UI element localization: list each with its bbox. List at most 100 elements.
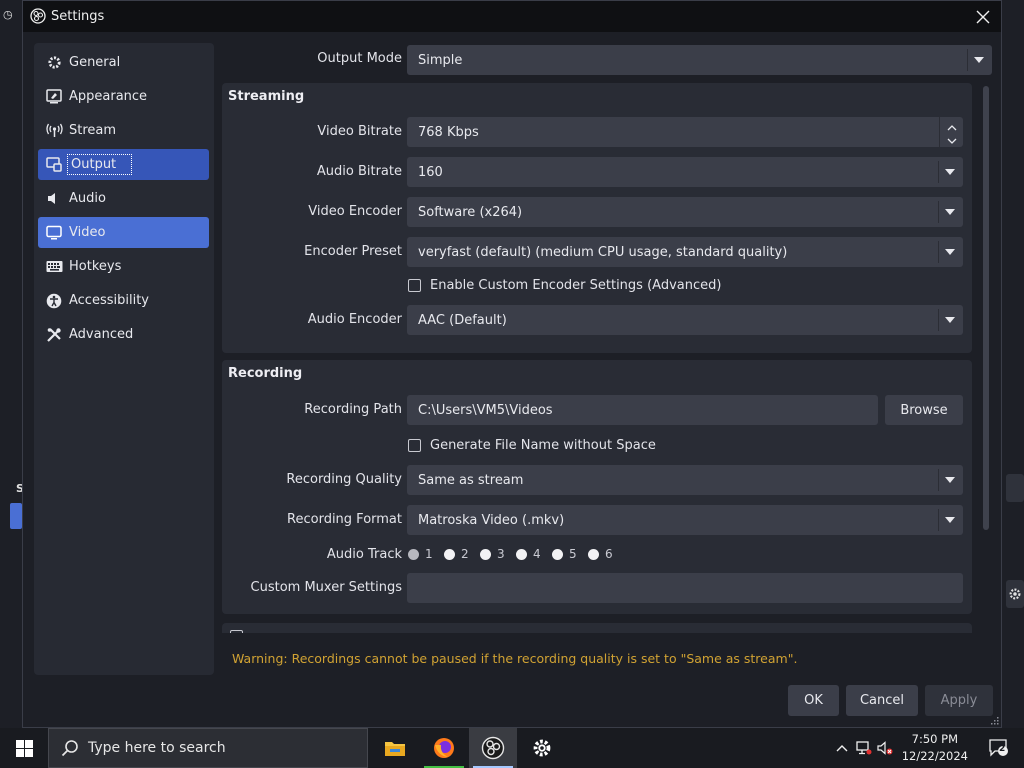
obs-app-icon (30, 8, 46, 24)
background-app-right-edge (1000, 0, 1024, 730)
audio-track-radio-6[interactable]: 6 (588, 547, 613, 561)
audio-track-radio-2[interactable]: 2 (444, 547, 469, 561)
audio-track-radio-4[interactable]: 4 (516, 547, 541, 561)
chevron-down-icon (943, 314, 957, 326)
encoder-preset-value: veryfast (default) (medium CPU usage, st… (418, 244, 788, 260)
sidebar-item-hotkeys[interactable]: Hotkeys (38, 251, 209, 282)
recording-format-select[interactable]: Matroska Video (.mkv) (407, 505, 963, 535)
audio-track-radio-3[interactable]: 3 (480, 547, 505, 561)
title-bar: Settings (23, 1, 1001, 32)
file-explorer-taskbar-button[interactable] (371, 728, 419, 768)
gear-icon (45, 54, 63, 72)
audio-encoder-label: Audio Encoder (307, 312, 402, 327)
chevron-down-icon (943, 166, 957, 178)
audio-track-radio-5[interactable]: 5 (552, 547, 577, 561)
sidebar-item-accessibility[interactable]: Accessibility (38, 285, 209, 316)
no-space-filename-checkbox[interactable]: Generate File Name without Space (408, 438, 656, 453)
obs-icon (481, 736, 505, 760)
chevron-down-icon (943, 474, 957, 486)
sidebar-item-audio[interactable]: Audio (38, 183, 209, 214)
combo-separator (938, 201, 939, 223)
apply-button[interactable]: Apply (925, 685, 993, 716)
video-encoder-label: Video Encoder (308, 204, 402, 219)
cancel-button[interactable]: Cancel (846, 685, 918, 716)
encoder-preset-select[interactable]: veryfast (default) (medium CPU usage, st… (407, 237, 963, 267)
recording-quality-label: Recording Quality (286, 472, 402, 487)
settings-dialog: Settings General Appearance Stream Outpu… (22, 0, 1002, 728)
combo-separator (938, 509, 939, 531)
antenna-icon (45, 122, 63, 140)
notification-count: 2 (999, 744, 1006, 754)
video-bitrate-label: Video Bitrate (317, 124, 402, 139)
custom-muxer-label: Custom Muxer Settings (250, 580, 402, 595)
recording-group-title: Recording (228, 366, 303, 381)
combo-separator (967, 49, 968, 71)
keyboard-icon (45, 258, 63, 276)
combo-separator (938, 161, 939, 183)
obs-taskbar-button[interactable] (469, 728, 517, 768)
output-settings-panel: Output Mode Simple Streaming Video Bitra… (220, 43, 994, 633)
checkbox-box (408, 439, 421, 452)
background-app-icon: ◷ (3, 8, 13, 21)
sidebar-item-video[interactable]: Video (38, 217, 209, 248)
audio-track-number: 4 (533, 547, 541, 561)
sidebar-item-general[interactable]: General (38, 47, 209, 78)
sidebar-item-stream[interactable]: Stream (38, 115, 209, 146)
folder-icon (385, 742, 405, 756)
vertical-scrollbar[interactable] (981, 84, 991, 624)
radio-dot (588, 548, 599, 560)
no-space-filename-label: Generate File Name without Space (430, 438, 656, 453)
radio-dot (552, 548, 563, 560)
audio-track-number: 5 (569, 547, 577, 561)
recording-quality-select[interactable]: Same as stream (407, 465, 963, 495)
video-encoder-select[interactable]: Software (x264) (407, 197, 963, 227)
video-bitrate-spinbox[interactable]: 768 Kbps (407, 117, 963, 147)
output-mode-label: Output Mode (317, 51, 402, 66)
checkbox-box[interactable] (230, 630, 243, 633)
audio-encoder-select[interactable]: AAC (Default) (407, 305, 963, 335)
browse-button[interactable]: Browse (885, 395, 963, 425)
tools-icon (45, 326, 63, 344)
windows-logo-icon (15, 739, 33, 757)
recording-path-value: C:\Users\VM5\Videos (418, 402, 553, 418)
audio-bitrate-select[interactable]: 160 (407, 157, 963, 187)
custom-muxer-field[interactable] (407, 573, 963, 603)
audio-track-label: Audio Track (326, 547, 402, 562)
sidebar-item-output[interactable]: Output (38, 149, 209, 180)
taskbar-search-input[interactable]: Type here to search (48, 728, 368, 768)
search-placeholder: Type here to search (88, 740, 226, 756)
next-group-cut-off (222, 623, 972, 633)
notification-center-button[interactable]: 2 (988, 738, 1010, 758)
sidebar-item-label: Stream (69, 123, 117, 138)
chevron-up-icon[interactable] (834, 740, 850, 756)
streaming-group: Streaming Video Bitrate 768 Kbps Audio B… (222, 83, 972, 353)
audio-track-number: 2 (461, 547, 469, 561)
recording-format-value: Matroska Video (.mkv) (418, 512, 565, 528)
recording-path-label: Recording Path (304, 402, 402, 417)
volume-muted-icon[interactable] (877, 740, 893, 756)
warning-message: Warning: Recordings cannot be paused if … (232, 651, 798, 666)
chevron-down-icon[interactable] (947, 134, 957, 149)
settings-taskbar-button[interactable] (518, 728, 566, 768)
search-icon (61, 740, 78, 757)
sidebar-item-label: Audio (69, 191, 106, 206)
start-button[interactable] (0, 728, 48, 768)
sidebar-item-advanced[interactable]: Advanced (38, 319, 209, 350)
firefox-taskbar-button[interactable] (420, 728, 468, 768)
audio-track-radio-1[interactable]: 1 (408, 547, 433, 561)
network-icon[interactable] (856, 740, 872, 756)
recording-path-field[interactable]: C:\Users\VM5\Videos (407, 395, 878, 425)
resize-grip-icon[interactable] (989, 715, 999, 725)
output-mode-select[interactable]: Simple (407, 45, 992, 75)
scrollbar-thumb[interactable] (983, 86, 989, 530)
sidebar-item-label: Hotkeys (69, 259, 122, 274)
monitor-icon (45, 224, 63, 242)
custom-encoder-checkbox[interactable]: Enable Custom Encoder Settings (Advanced… (408, 278, 721, 293)
close-button[interactable] (971, 5, 995, 29)
sidebar-item-appearance[interactable]: Appearance (38, 81, 209, 112)
chevron-down-icon (943, 206, 957, 218)
taskbar-clock[interactable]: 7:50 PM 12/22/2024 (902, 731, 968, 765)
settings-sidebar: General Appearance Stream Output Audio V… (34, 43, 214, 675)
custom-encoder-label: Enable Custom Encoder Settings (Advanced… (430, 278, 722, 293)
ok-button[interactable]: OK (788, 685, 839, 716)
